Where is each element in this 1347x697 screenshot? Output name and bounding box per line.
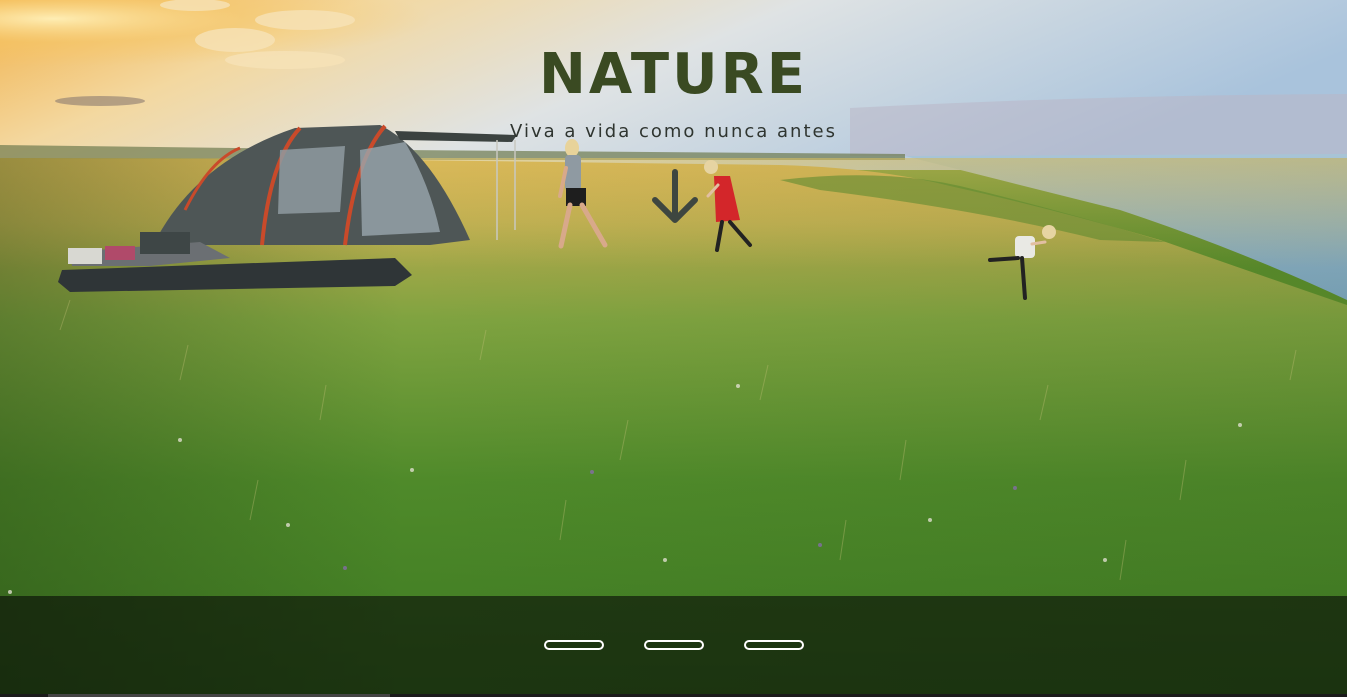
carousel-indicator-3[interactable] bbox=[743, 640, 804, 650]
carousel-indicator-2[interactable] bbox=[643, 640, 704, 650]
carousel-indicator-1[interactable] bbox=[543, 640, 604, 650]
hero-subtitle: Viva a vida como nunca antes bbox=[510, 121, 837, 142]
arrow-down-icon[interactable] bbox=[649, 168, 701, 226]
carousel-indicators bbox=[0, 640, 1347, 652]
hero-title: NATURE bbox=[539, 42, 808, 107]
hero-section: NATURE Viva a vida como nunca antes bbox=[0, 0, 1347, 697]
